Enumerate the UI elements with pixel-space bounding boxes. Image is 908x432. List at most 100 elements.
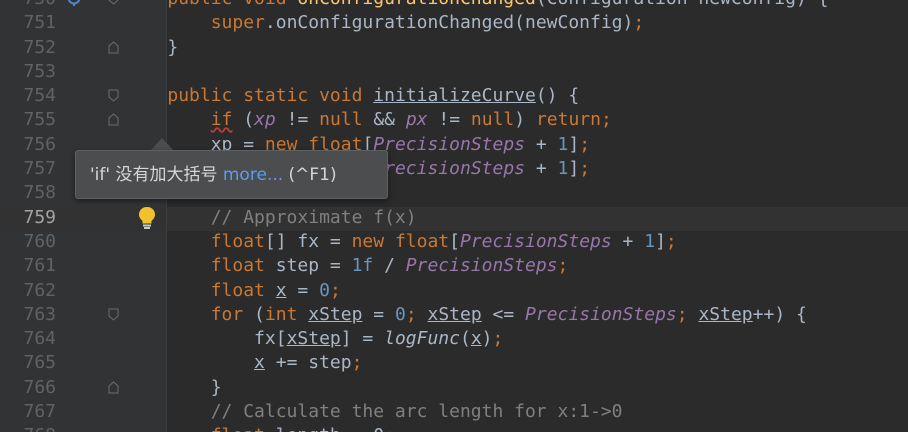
code-token: null bbox=[319, 109, 363, 131]
fold-marker-icon[interactable] bbox=[108, 308, 119, 321]
fold-marker-icon[interactable] bbox=[108, 0, 119, 5]
lightbulb-icon[interactable] bbox=[137, 206, 157, 230]
code-token: PrecisionSteps bbox=[373, 158, 525, 180]
code-line[interactable]: 767 // Calculate the arc length for x:1-… bbox=[0, 400, 908, 424]
code-token: PrecisionSteps bbox=[525, 303, 677, 325]
line-number: 750 bbox=[0, 0, 56, 11]
code-token: ++) { bbox=[752, 303, 807, 325]
code-token: ) bbox=[514, 109, 536, 131]
line-number: 762 bbox=[23, 279, 56, 301]
line-number: 761 bbox=[23, 255, 56, 277]
fold-marker-icon[interactable] bbox=[108, 89, 119, 102]
code-token: 1 bbox=[557, 133, 569, 155]
code-text: float[] fx = new float[PrecisionSteps + … bbox=[124, 230, 677, 254]
code-token: // Approximate f(x) bbox=[210, 206, 417, 228]
code-text: float x = 0; bbox=[124, 279, 341, 303]
line-number: 766 bbox=[23, 376, 56, 398]
code-token: ] bbox=[568, 158, 580, 180]
code-line[interactable]: 761 float step = 1f / PrecisionSteps; bbox=[0, 254, 908, 278]
code-token: != bbox=[427, 109, 471, 131]
code-line[interactable]: 766 } bbox=[0, 376, 908, 400]
code-line[interactable]: 750 public void onConfigurationChanged(C… bbox=[0, 0, 908, 11]
code-line[interactable]: 760 float[] fx = new float[PrecisionStep… bbox=[0, 230, 908, 254]
line-number: 755 bbox=[23, 109, 56, 131]
code-line[interactable]: 768 float length = 0; bbox=[0, 424, 908, 432]
code-editor[interactable]: 750 public void onConfigurationChanged(C… bbox=[0, 0, 908, 432]
code-text: x += step; bbox=[124, 351, 362, 375]
inspection-tooltip: 'if' 没有加大括号 more... (^F1) bbox=[75, 150, 388, 199]
code-token: / bbox=[373, 255, 406, 277]
code-token: super bbox=[210, 12, 265, 34]
code-token: fx[ bbox=[124, 328, 287, 350]
code-token: PrecisionSteps bbox=[459, 230, 612, 252]
fold-marker-icon[interactable] bbox=[108, 113, 119, 126]
tooltip-shortcut: (^F1) bbox=[283, 165, 337, 185]
code-token: [] fx = bbox=[264, 230, 352, 252]
code-token: logFunc bbox=[384, 328, 460, 350]
code-text: super.onConfigurationChanged(newConfig); bbox=[124, 11, 645, 35]
code-token: } bbox=[124, 36, 179, 58]
fold-marker-icon[interactable] bbox=[108, 40, 119, 54]
code-token: ; bbox=[329, 279, 341, 301]
code-line[interactable]: 762 float x = 0; bbox=[0, 279, 908, 303]
line-number: 758 bbox=[23, 182, 56, 204]
code-text: // Calculate the arc length for x:1->0 bbox=[124, 400, 623, 424]
code-token: 0 bbox=[319, 279, 330, 301]
tooltip-message: 'if' 没有加大括号 bbox=[90, 165, 223, 185]
code-token: xStep bbox=[286, 328, 341, 350]
code-token: ; bbox=[492, 328, 504, 350]
code-token: <= bbox=[481, 303, 526, 325]
code-token: onConfigurationChanged bbox=[297, 0, 535, 9]
code-token: float bbox=[210, 279, 276, 301]
code-token: ; bbox=[557, 255, 569, 277]
code-token: null bbox=[470, 109, 515, 131]
code-token: } bbox=[124, 376, 222, 398]
code-token: x bbox=[254, 352, 265, 374]
code-line[interactable]: 755 if (xp != null && px != null) return… bbox=[0, 108, 908, 132]
code-token: float bbox=[210, 255, 265, 277]
code-line[interactable]: 763 for (int xStep = 0; xStep <= Precisi… bbox=[0, 303, 908, 327]
line-number: 763 bbox=[23, 303, 56, 325]
code-token: length = 0 bbox=[276, 425, 384, 432]
code-line[interactable]: 751 super.onConfigurationChanged(newConf… bbox=[0, 11, 908, 35]
code-token: ( bbox=[232, 109, 255, 131]
code-line[interactable]: 752 } bbox=[0, 36, 908, 60]
code-token: PrecisionSteps bbox=[405, 255, 558, 277]
code-text: for (int xStep = 0; xStep <= PrecisionSt… bbox=[124, 303, 807, 327]
line-number: 767 bbox=[23, 401, 56, 423]
code-token: // Calculate the arc length for x:1->0 bbox=[210, 401, 623, 423]
override-marker-icon[interactable] bbox=[66, 0, 82, 6]
line-number: 759 bbox=[23, 206, 56, 228]
code-token: ] bbox=[568, 133, 580, 155]
code-token: x bbox=[470, 328, 482, 350]
fold-marker-icon[interactable] bbox=[108, 381, 119, 394]
code-token: () { bbox=[535, 85, 580, 107]
code-token: float bbox=[210, 230, 265, 252]
code-token: + bbox=[525, 158, 558, 180]
code-line[interactable]: 764 fx[xStep] = logFunc(x); bbox=[0, 327, 908, 351]
code-line[interactable]: 754 public static void initializeCurve()… bbox=[0, 84, 908, 108]
code-token: + bbox=[525, 133, 558, 155]
code-text: if (xp != null && px != null) return; bbox=[124, 108, 612, 132]
tooltip-more-link[interactable]: more... bbox=[223, 165, 283, 185]
code-token: = bbox=[362, 303, 395, 325]
code-token: xStep bbox=[698, 303, 753, 325]
code-token: xStep bbox=[427, 303, 482, 325]
code-token: && bbox=[362, 109, 406, 131]
code-token: (Configuration newConfig) { bbox=[536, 0, 829, 9]
code-text: fx[xStep] = logFunc(x); bbox=[124, 327, 503, 351]
code-line[interactable]: 753 bbox=[0, 60, 908, 84]
code-text: } bbox=[124, 376, 222, 400]
code-line[interactable]: 765 x += step; bbox=[0, 351, 908, 375]
code-token: 1 bbox=[557, 158, 569, 180]
code-token: ; bbox=[579, 158, 591, 180]
code-token: px bbox=[405, 109, 428, 131]
code-token: xp bbox=[254, 109, 276, 131]
code-token: ; bbox=[384, 425, 395, 432]
code-token: [ bbox=[449, 230, 460, 252]
